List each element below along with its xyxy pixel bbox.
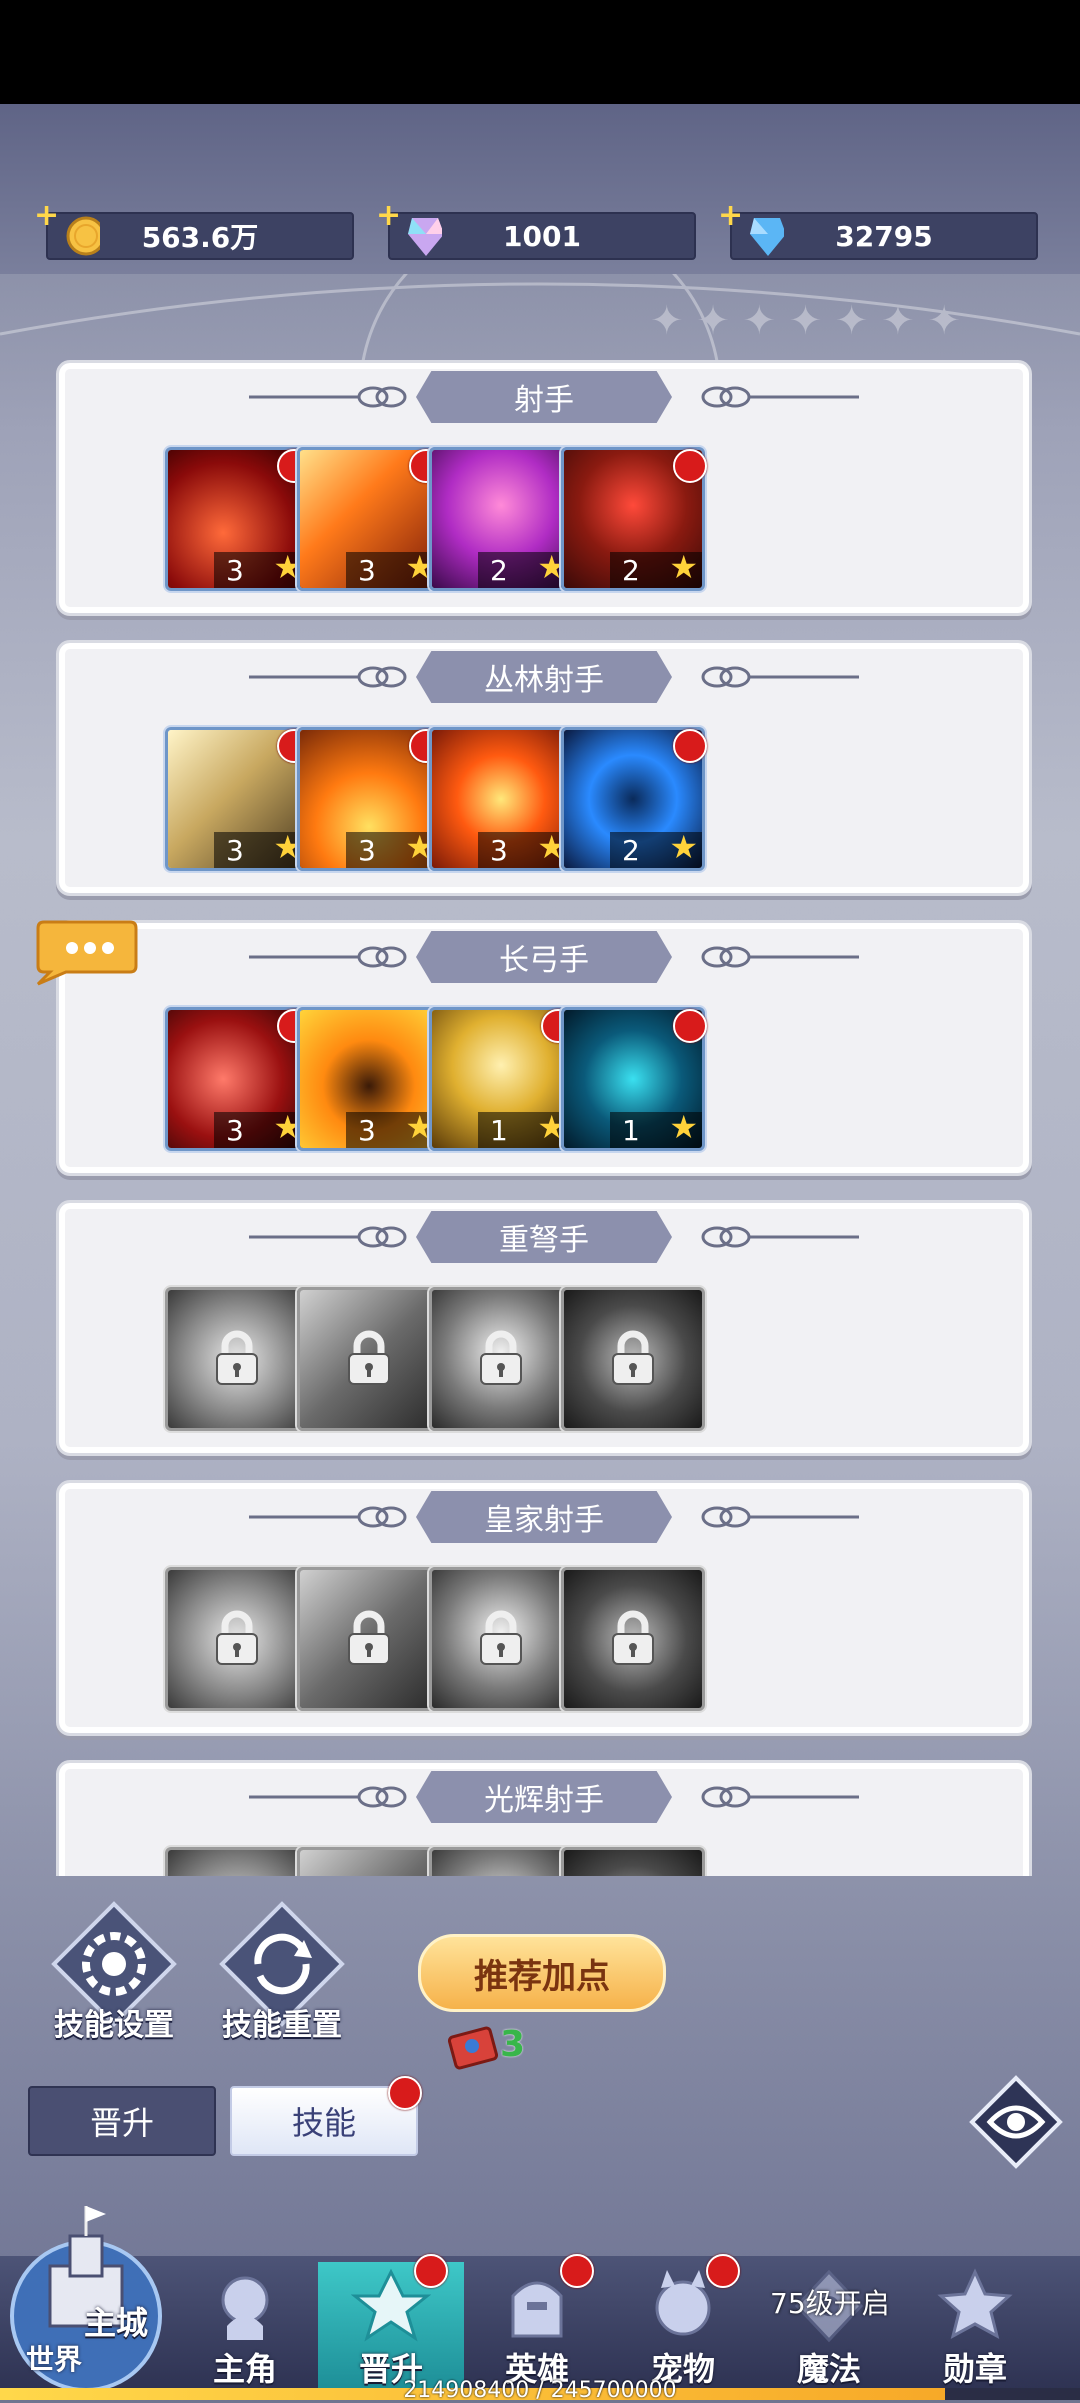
locked-skill-slot[interactable] <box>429 1567 573 1711</box>
world-label: 世界 <box>26 2343 83 2376</box>
nav-red-dot <box>706 2254 740 2288</box>
lock-icon <box>612 1610 654 1665</box>
title-ornament-left <box>249 666 407 688</box>
skill-red-dot <box>673 449 707 483</box>
locked-skill-slot[interactable] <box>165 1847 309 1876</box>
lock-icon <box>348 1610 390 1665</box>
medal-icon <box>937 2268 1013 2339</box>
rainbow-crystal-icon <box>408 218 442 256</box>
skill-art <box>564 1850 702 1876</box>
lock-icon <box>216 1330 258 1385</box>
svg-text:✦ ✦ ✦ ✦ ✦ ✦ ✦: ✦ ✦ ✦ ✦ ✦ ✦ ✦ <box>650 298 961 344</box>
class-title: 光辉射手 <box>416 1771 672 1823</box>
skill-points-count: 3 <box>500 2024 526 2065</box>
gold-resource[interactable]: + 563.6万 <box>34 198 354 260</box>
title-ornament-left <box>249 1506 407 1528</box>
skill-red-dot <box>673 729 707 763</box>
skill-art <box>300 1850 438 1876</box>
crystal-value: 1001 <box>503 219 581 253</box>
class-title: 射手 <box>416 371 672 423</box>
class-panel: 光辉射手 <box>56 1760 1032 1876</box>
star-icon: ★ <box>669 548 698 586</box>
class-title: 丛林射手 <box>416 651 672 703</box>
main-city-label: 主城 <box>84 2304 149 2342</box>
skill-art <box>432 1850 570 1876</box>
class-title: 重弩手 <box>416 1211 672 1263</box>
diamond-resource[interactable]: + 32795 <box>718 198 1038 260</box>
nav-red-dot <box>560 2254 594 2288</box>
hero-icon <box>221 2276 269 2340</box>
title-ornament-left <box>249 946 407 968</box>
locked-skill-slot[interactable] <box>297 1287 441 1431</box>
lock-icon <box>612 1330 654 1385</box>
skill-red-dot <box>673 1009 707 1043</box>
nav-red-dot <box>414 2254 448 2288</box>
title-ornament-left <box>249 1786 407 1808</box>
skill-reset-label: 技能重置 <box>222 2008 342 2043</box>
title-ornament-right <box>701 1786 859 1808</box>
exp-progress-text: 214908400 / 245700000 <box>403 2378 677 2403</box>
title-ornament-right <box>701 946 859 968</box>
skill-slot[interactable]: 3 ★ <box>297 1007 441 1151</box>
title-ornament-left <box>249 386 407 408</box>
lock-icon <box>480 1330 522 1385</box>
tab-promote[interactable]: 晋升 <box>28 2086 216 2156</box>
class-panel: 皇家射手 <box>56 1480 1032 1736</box>
title-ornament-right <box>701 1226 859 1248</box>
magic-unlock-text: 75级开启 <box>770 2287 890 2320</box>
nav-magic[interactable]: 魔法 <box>756 2262 902 2388</box>
skill-tab-red-dot <box>388 2076 422 2110</box>
view-toggle-icon[interactable] <box>968 2074 1064 2170</box>
diamond-value: 32795 <box>835 219 933 253</box>
gold-coin-icon <box>66 216 100 256</box>
skill-art <box>168 1850 306 1876</box>
status-bar <box>0 0 1080 104</box>
recommend-points-button[interactable]: 推荐加点 <box>418 1934 666 2012</box>
skill-slot[interactable]: 3 ★ <box>429 727 573 871</box>
crystal-resource[interactable]: + 1001 <box>376 198 696 260</box>
title-ornament-right <box>701 386 859 408</box>
nav-medal[interactable]: 勋章 <box>902 2262 1048 2388</box>
class-list[interactable]: 射手 3 ★ 3 ★ 2 ★ 2 ★ 丛林射手 3 ★ 3 ★ 3 ★ 2 ★ 长弓手 3 ★ 3 ★ 1 ★ 1 ★ 重弩手 皇家射手… <box>0 360 1080 1876</box>
gold-value: 563.6万 <box>141 221 259 254</box>
skill-slot[interactable]: 2 ★ <box>429 447 573 591</box>
locked-skill-slot[interactable] <box>429 1287 573 1431</box>
lock-icon <box>480 1610 522 1665</box>
class-panel: 重弩手 <box>56 1200 1032 1456</box>
nav-hero[interactable]: 主角 <box>172 2262 318 2388</box>
chat-bubble-icon[interactable] <box>30 918 140 988</box>
star-icon: ★ <box>669 1108 698 1146</box>
class-title: 长弓手 <box>416 931 672 983</box>
star-icon: ★ <box>669 828 698 866</box>
locked-skill-slot[interactable] <box>561 1287 705 1431</box>
locked-skill-slot[interactable] <box>165 1567 309 1711</box>
title-ornament-right <box>701 666 859 688</box>
locked-skill-slot[interactable] <box>561 1567 705 1711</box>
locked-skill-slot[interactable] <box>297 1567 441 1711</box>
class-panel: 长弓手 3 ★ 3 ★ 1 ★ 1 ★ <box>56 920 1032 1176</box>
blue-diamond-icon <box>750 218 784 256</box>
title-ornament-left <box>249 1226 407 1248</box>
class-panel: 丛林射手 3 ★ 3 ★ 3 ★ 2 ★ <box>56 640 1032 896</box>
locked-skill-slot[interactable] <box>165 1287 309 1431</box>
locked-skill-slot[interactable] <box>297 1847 441 1876</box>
title-ornament-right <box>701 1506 859 1528</box>
lock-icon <box>216 1610 258 1665</box>
locked-skill-slot[interactable] <box>561 1847 705 1876</box>
skill-settings-label: 技能设置 <box>54 2008 174 2043</box>
locked-skill-slot[interactable] <box>429 1847 573 1876</box>
class-panel: 射手 3 ★ 3 ★ 2 ★ 2 ★ <box>56 360 1032 616</box>
class-title: 皇家射手 <box>416 1491 672 1543</box>
lock-icon <box>348 1330 390 1385</box>
